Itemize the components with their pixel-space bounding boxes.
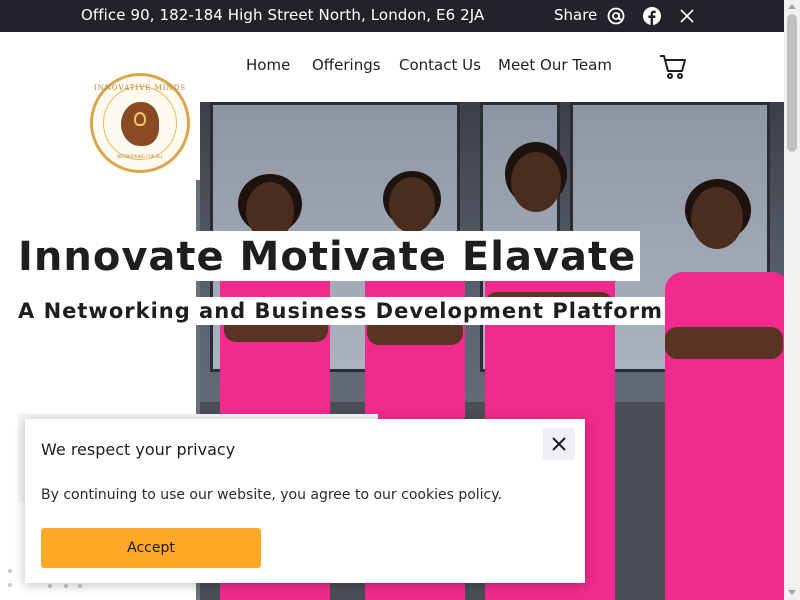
- top-bar: Office 90, 182-184 High Street North, Lo…: [0, 0, 784, 32]
- logo-ring-text: INNOVATIVE MINDS: [93, 84, 187, 92]
- nav-meet-our-team[interactable]: Meet Our Team: [498, 56, 612, 74]
- nav-offerings[interactable]: Offerings: [312, 56, 381, 74]
- innovative-minds-logo[interactable]: INNOVATIVE MINDS NETWORKING FOR ALL: [90, 73, 190, 173]
- page-scrollbar[interactable]: [784, 0, 800, 600]
- accept-button[interactable]: Accept: [41, 528, 261, 568]
- email-at-icon[interactable]: [606, 6, 626, 26]
- lightbulb-icon: [134, 112, 146, 126]
- cookie-policy-text: By continuing to use our website, you ag…: [41, 487, 502, 503]
- scroll-down-arrow-icon[interactable]: [788, 590, 796, 595]
- hero-headline: Innovate Motivate Elavate: [18, 231, 641, 281]
- cookie-title: We respect your privacy: [41, 440, 236, 459]
- office-address: Office 90, 182-184 High Street North, Lo…: [81, 6, 485, 24]
- scroll-up-arrow-icon[interactable]: [788, 4, 796, 9]
- nav-contact-us[interactable]: Contact Us: [399, 56, 481, 74]
- share-label: Share: [554, 6, 598, 24]
- facebook-icon[interactable]: [642, 6, 662, 26]
- x-icon[interactable]: [677, 6, 697, 26]
- logo-sub-text: NETWORKING FOR ALL: [117, 154, 163, 159]
- cookie-consent-dialog: We respect your privacy By continuing to…: [25, 419, 585, 583]
- cart-icon[interactable]: [659, 54, 687, 80]
- scrollbar-thumb[interactable]: [787, 14, 797, 152]
- hero-subheadline: A Networking and Business Development Pl…: [18, 297, 665, 325]
- close-icon[interactable]: [543, 428, 575, 460]
- nav-home[interactable]: Home: [246, 56, 290, 74]
- page: Office 90, 182-184 High Street North, Lo…: [0, 0, 800, 600]
